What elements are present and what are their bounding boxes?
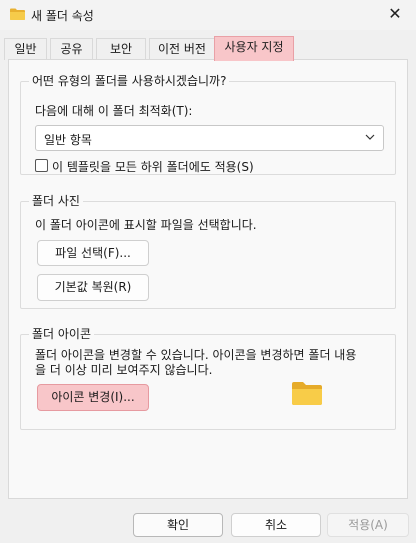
tab-security[interactable]: 보안 <box>96 38 146 60</box>
tab-label: 일반 <box>14 42 37 56</box>
tab-general[interactable]: 일반 <box>4 38 47 60</box>
choose-file-button[interactable]: 파일 선택(F)... <box>37 240 149 266</box>
tab-label: 사용자 지정 <box>224 40 284 54</box>
tab-label: 공유 <box>60 42 83 56</box>
folder-icon <box>10 8 25 20</box>
group-title: 어떤 유형의 폴더를 사용하시겠습니까? <box>29 74 230 88</box>
tab-customize[interactable]: 사용자 지정 <box>214 36 294 61</box>
picture-description: 이 폴더 아이콘에 표시할 파일을 선택합니다. <box>35 218 257 232</box>
close-icon[interactable]: ✕ <box>386 5 404 23</box>
folder-icon-group: 폴더 아이콘 폴더 아이콘을 변경할 수 있습니다. 아이콘을 변경하면 폴더 … <box>20 327 396 430</box>
apply-subfolders-checkbox[interactable] <box>35 159 48 172</box>
button-label: 아이콘 변경(I)... <box>51 390 135 404</box>
apply-button[interactable]: 적용(A) <box>327 513 409 537</box>
change-icon-button[interactable]: 아이콘 변경(I)... <box>37 384 149 411</box>
title-bar: 새 폴더 속성 ✕ <box>0 0 416 30</box>
button-label: 파일 선택(F)... <box>55 246 131 260</box>
tab-label: 보안 <box>109 42 133 56</box>
tab-label: 이전 버전 <box>158 42 206 56</box>
tab-previous-versions[interactable]: 이전 버전 <box>149 38 215 60</box>
restore-default-button[interactable]: 기본값 복원(R) <box>37 274 149 301</box>
tab-bar: 일반 공유 보안 이전 버전 사용자 지정 <box>0 36 416 61</box>
folder-picture-group: 폴더 사진 이 폴더 아이콘에 표시할 파일을 선택합니다. 파일 선택(F).… <box>20 194 396 309</box>
button-label: 기본값 복원(R) <box>54 280 132 294</box>
optimize-label: 다음에 대해 이 폴더 최적화(T): <box>35 104 193 118</box>
button-label: 취소 <box>264 518 288 532</box>
apply-subfolders-label: 이 템플릿을 모든 하위 폴더에도 적용(S) <box>52 160 254 174</box>
folder-preview-icon <box>292 382 322 405</box>
chevron-down-icon <box>365 134 375 140</box>
group-title: 폴더 아이콘 <box>29 327 95 341</box>
icon-description-line2: 을 더 이상 미리 보여주지 않습니다. <box>35 363 213 377</box>
cancel-button[interactable]: 취소 <box>231 513 321 537</box>
button-label: 확인 <box>166 518 190 532</box>
optimize-select[interactable]: 일반 항목 <box>35 125 384 151</box>
ok-button[interactable]: 확인 <box>133 513 223 537</box>
group-title: 폴더 사진 <box>29 194 83 208</box>
button-label: 적용(A) <box>348 518 388 532</box>
folder-type-group: 어떤 유형의 폴더를 사용하시겠습니까? 다음에 대해 이 폴더 최적화(T):… <box>20 74 396 175</box>
optimize-select-value: 일반 항목 <box>44 133 92 147</box>
tab-sharing[interactable]: 공유 <box>50 38 93 60</box>
window-title: 새 폴더 속성 <box>31 9 94 23</box>
tab-panel-customize: 어떤 유형의 폴더를 사용하시겠습니까? 다음에 대해 이 폴더 최적화(T):… <box>8 59 408 499</box>
